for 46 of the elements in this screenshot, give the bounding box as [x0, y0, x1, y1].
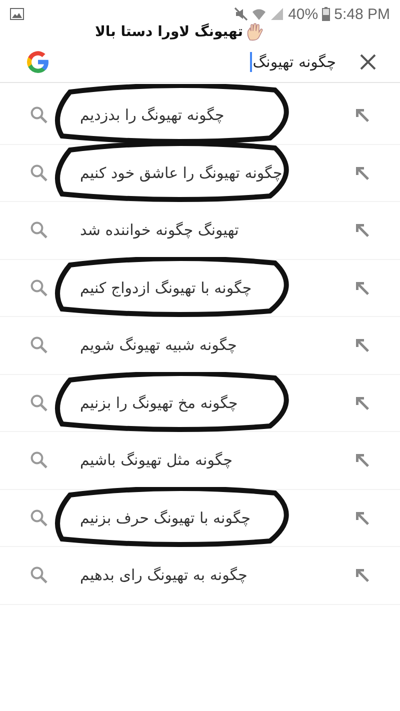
- search-icon: [30, 336, 48, 354]
- arrow-up-left-icon: [354, 337, 370, 354]
- suggestion-item[interactable]: چگونه شبیه تهیونگ شویم: [0, 317, 400, 374]
- search-icon: [30, 106, 48, 124]
- suggestion-text: چگونه به تهیونگ رای بدهیم: [80, 566, 248, 584]
- search-icon: [30, 508, 48, 527]
- suggestion-text: چگونه شبیه تهیونگ شویم: [80, 336, 237, 354]
- image-icon: [10, 8, 24, 20]
- arrow-up-left-icon: [354, 510, 370, 526]
- clock: 5:48 PM: [334, 6, 390, 22]
- suggestion-text: چگونه با تهیونگ ازدواج کنیم: [80, 278, 252, 297]
- search-icon: [30, 394, 48, 412]
- search-icon: [30, 451, 48, 470]
- arrow-up-left-icon: [354, 164, 370, 181]
- suggestion-item[interactable]: چگونه مثل تهیونگ باشیم: [0, 432, 400, 490]
- arrow-up-left-icon: [354, 107, 370, 124]
- suggestion-text: چگونه مثل تهیونگ باشیم: [80, 451, 233, 470]
- suggestion-item[interactable]: چگونه تهیونگ را عاشق خود کنیم: [0, 144, 400, 202]
- search-icon: [30, 566, 48, 584]
- signal-icon: [270, 7, 284, 21]
- search-icon: [30, 278, 48, 297]
- arrow-up-left-icon: [354, 280, 370, 296]
- wifi-icon: [252, 7, 266, 21]
- battery-level: 40%: [288, 6, 318, 22]
- battery-icon: [322, 7, 330, 21]
- suggestion-item[interactable]: چگونه به تهیونگ رای بدهیم: [0, 547, 400, 604]
- suggestion-item[interactable]: چگونه تهیونگ را بدزدیم: [0, 87, 400, 144]
- arrow-up-left-icon: [354, 567, 370, 584]
- caption: تهیونگ لاورا دستا بالا: [94, 24, 244, 40]
- suggestion-text: تهیونگ چگونه خواننده شد: [80, 221, 239, 240]
- suggestion-item[interactable]: چگونه با تهیونگ حرف بزنیم: [0, 490, 400, 547]
- suggestion-text: چگونه تهیونگ را عاشق خود کنیم: [80, 164, 282, 182]
- suggestion-item[interactable]: چگونه مخ تهیونگ را بزنیم: [0, 374, 400, 432]
- arrow-up-left-icon: [354, 222, 370, 238]
- suggestion-text: چگونه تهیونگ را بدزدیم: [80, 106, 224, 124]
- search-field[interactable]: چگونه تهیونگ: [192, 52, 336, 72]
- waving-hand-icon: [245, 22, 266, 42]
- suggestion-item[interactable]: تهیونگ چگونه خواننده شد: [0, 202, 400, 260]
- arrow-up-left-icon: [354, 394, 370, 411]
- arrow-up-left-icon: [354, 452, 370, 468]
- suggestion-text: چگونه با تهیونگ حرف بزنیم: [80, 508, 251, 527]
- search-icon: [30, 164, 48, 182]
- suggestion-item[interactable]: چگونه با تهیونگ ازدواج کنیم: [0, 260, 400, 317]
- mute-icon: [234, 7, 248, 21]
- search-icon: [30, 221, 48, 240]
- suggestion-text: چگونه مخ تهیونگ را بزنیم: [80, 394, 238, 412]
